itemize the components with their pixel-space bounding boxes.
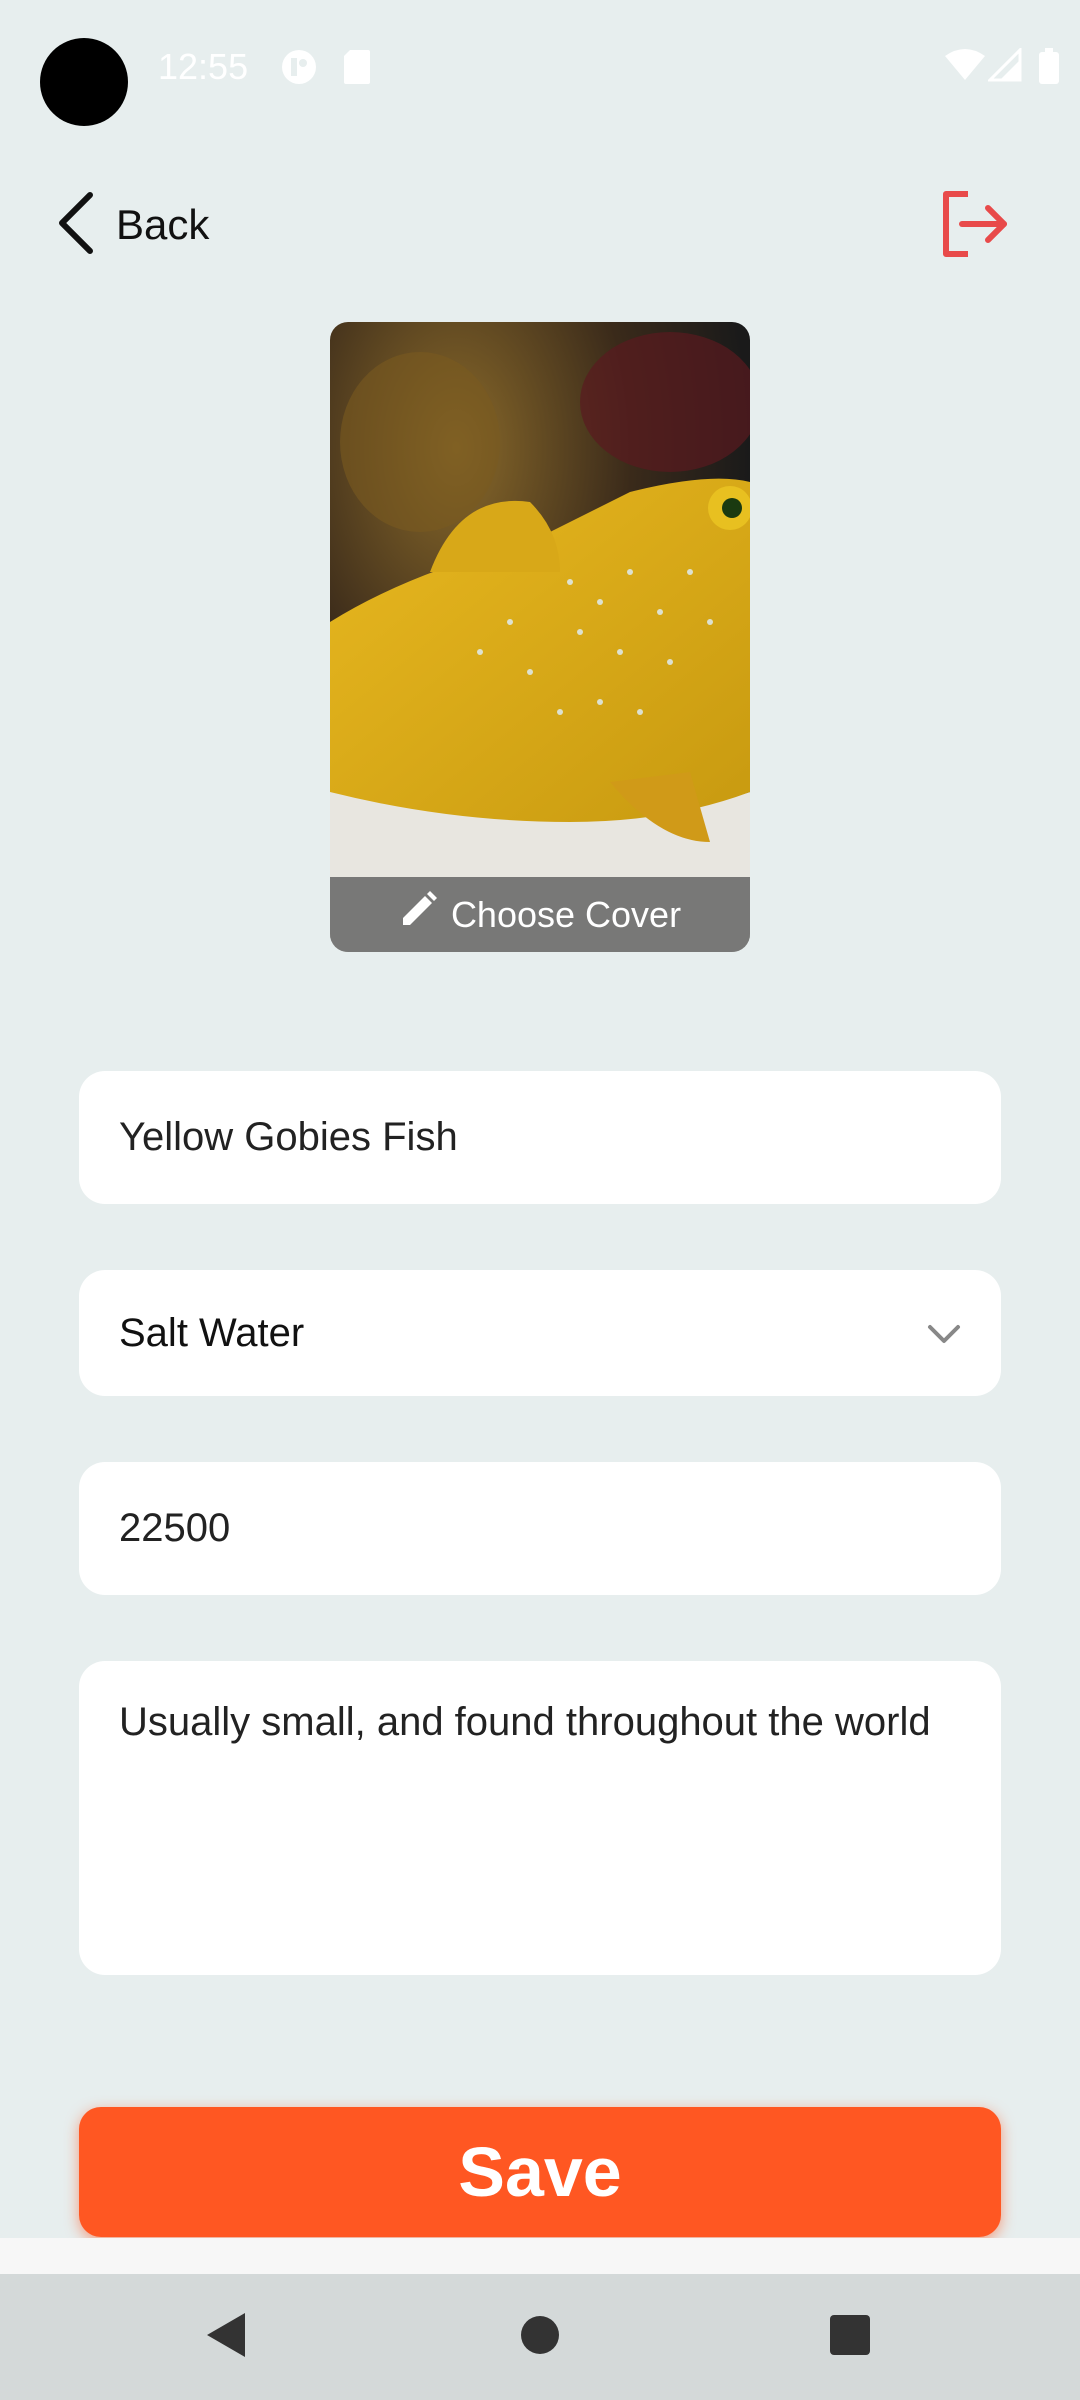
system-nav-bar [0, 2274, 1080, 2400]
price-input[interactable] [119, 1506, 961, 1551]
status-bar: 12:55 [0, 0, 1080, 140]
back-button[interactable]: Back [56, 180, 209, 270]
water-type-value: Salt Water [119, 1310, 305, 1355]
signal-icon [986, 46, 1022, 87]
recents-square-icon [829, 2314, 871, 2361]
logout-button[interactable] [938, 180, 1018, 270]
save-button[interactable]: Save [79, 2107, 1001, 2237]
home-circle-icon [520, 2315, 560, 2360]
price-field[interactable] [79, 1462, 1001, 1595]
top-bar: Back [0, 170, 1080, 280]
nav-home-button[interactable] [502, 2299, 578, 2375]
choose-cover-label: Choose Cover [450, 893, 682, 935]
notification-icon [280, 48, 318, 91]
description-input[interactable]: Usually small, and found throughout the … [119, 1695, 961, 1945]
description-field[interactable]: Usually small, and found throughout the … [79, 1661, 1001, 1975]
back-triangle-icon [203, 2311, 247, 2364]
nav-back-button[interactable] [187, 2299, 263, 2375]
chevron-down-icon [927, 1311, 961, 1356]
bottom-strip [0, 2238, 1080, 2274]
pencil-icon [399, 891, 451, 938]
cover-image[interactable]: Choose Cover [330, 322, 750, 952]
sd-card-icon [342, 48, 372, 91]
logout-icon [938, 191, 1010, 264]
camera-cutout [40, 38, 128, 126]
battery-icon [1038, 48, 1060, 89]
choose-cover-button[interactable]: Choose Cover [330, 877, 750, 952]
wifi-icon [944, 48, 986, 87]
status-time: 12:55 [158, 46, 249, 87]
water-type-select[interactable]: Salt Water [79, 1270, 1001, 1396]
fish-photo [330, 322, 750, 952]
fish-name-field[interactable] [79, 1071, 1001, 1204]
back-label: Back [116, 201, 210, 248]
chevron-left-icon [56, 191, 96, 260]
fish-name-input[interactable] [119, 1115, 961, 1160]
nav-recents-button[interactable] [812, 2299, 888, 2375]
